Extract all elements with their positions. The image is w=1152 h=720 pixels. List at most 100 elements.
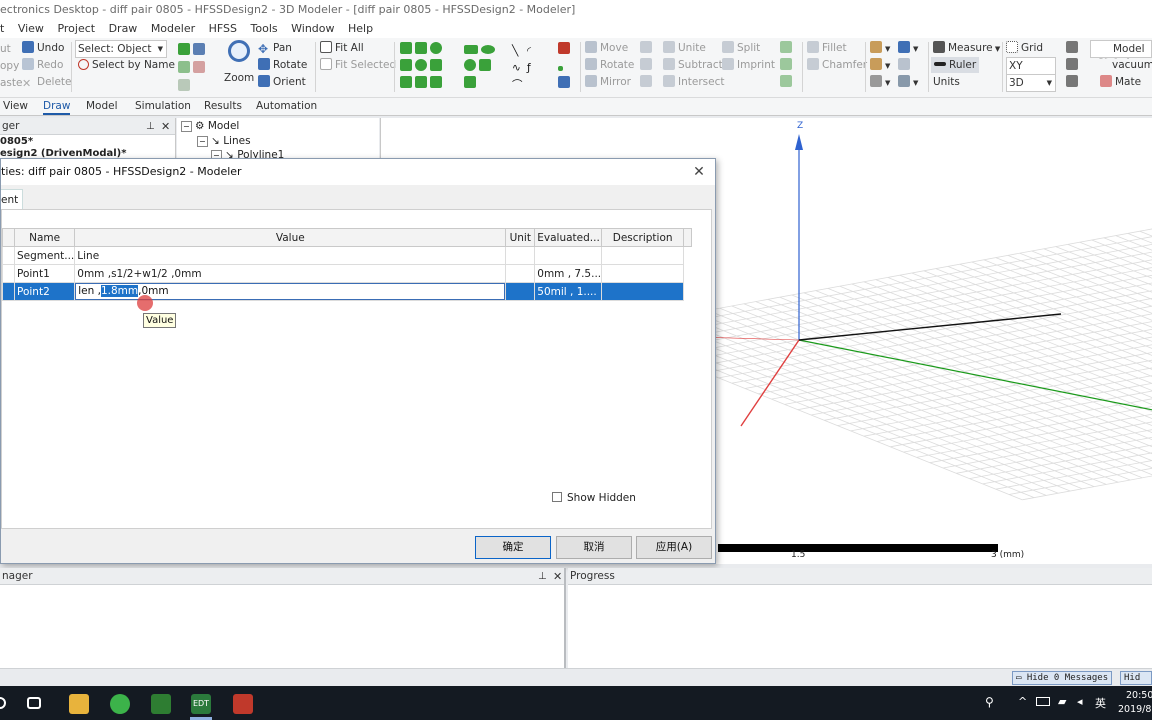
spline-icon[interactable]: ∿ [512,62,524,74]
material-button[interactable]: Mate [1090,74,1141,90]
fillet-button[interactable]: Fillet [807,40,847,56]
tab-view[interactable]: View [3,100,28,112]
polyhedron-icon[interactable] [400,76,412,88]
menu-item-help[interactable]: Help [348,22,373,35]
select-tool-icon-1[interactable] [178,42,208,58]
unite-button[interactable]: Unite [663,40,706,56]
cell-name[interactable]: Point1 [13,264,76,283]
mirror-button[interactable]: Mirror [585,74,631,90]
movement-mode-dropdown[interactable]: 3D ▼ [1006,74,1056,92]
ansys-edt-icon[interactable]: EDT [191,694,211,714]
menu-item-tools[interactable]: Tools [251,22,278,35]
cell-name[interactable]: Segment... [13,246,76,265]
tab-automation[interactable]: Automation [256,100,317,112]
tab-model[interactable]: Model [86,100,118,112]
chamfer-button[interactable]: Chamfer [807,57,867,73]
duplicate-around-button[interactable] [640,57,655,73]
column-header-evaluated[interactable]: Evaluated... [534,228,603,247]
cell-unit[interactable] [505,264,536,283]
cs-tool-3[interactable]: ▼ [898,74,918,91]
units-button[interactable]: Units [933,74,960,90]
tab-results[interactable]: Results [204,100,242,112]
plane-icon[interactable] [558,76,570,88]
close-icon[interactable]: ✕ [553,568,562,585]
dialog-close-icon[interactable]: ✕ [691,159,707,185]
imprint-button[interactable]: Imprint [722,57,775,73]
cut-button[interactable]: ut [0,41,11,57]
cell-value[interactable]: Line [74,246,507,265]
move-button[interactable]: Move [585,40,628,56]
fit-selected-button[interactable]: Fit Selected [320,57,396,73]
material-tool-1[interactable]: ▼ [870,40,890,57]
browser-icon[interactable] [110,694,130,714]
cs-tool-2[interactable] [898,57,913,73]
close-icon[interactable]: ✕ [161,118,170,135]
menu-item-edit[interactable]: t [0,22,4,35]
task-view-icon[interactable] [27,697,41,709]
hide-messages-button[interactable]: ▭ Hide 0 Messages [1012,671,1113,685]
input-method-indicator[interactable]: 英 [1095,695,1106,711]
torus-icon[interactable] [415,59,427,71]
table-row-selected[interactable]: Point2 len ,1.8mm,0mm 50mil , 1.... [2,282,692,301]
snap-tool-2[interactable] [1066,57,1081,73]
checkbox-box[interactable] [552,492,562,502]
drawing-plane-dropdown[interactable]: XY [1006,57,1056,75]
undo-button[interactable]: Undo [22,40,64,56]
clock-time[interactable]: 20:50 [1126,689,1152,702]
duplicate-mirror-button[interactable] [640,74,655,90]
material-tool-2[interactable]: ▼ [870,57,890,74]
subtract-button[interactable]: Subtract [663,57,723,73]
split-button[interactable]: Split [722,40,760,56]
copy-button[interactable]: opy [0,58,19,74]
column-header-unit[interactable]: Unit [505,228,536,247]
intersect-button[interactable]: Intersect [663,74,724,90]
cancel-button[interactable]: 取消 [556,536,632,559]
menu-item-project[interactable]: Project [57,22,95,35]
orient-button[interactable]: Orient [258,74,306,90]
people-icon[interactable]: ⚲ [985,695,994,709]
zoom-button[interactable]: Zoom [224,40,254,86]
sphere-icon[interactable] [430,42,442,54]
cell-description[interactable] [601,264,685,283]
regular-polygon-icon[interactable] [464,76,476,88]
show-hidden-checkbox[interactable]: Show Hidden [552,492,636,504]
rotate-view-button[interactable]: Rotate [258,57,307,73]
paste-button[interactable]: aste [0,75,22,91]
fit-all-button[interactable]: Fit All [320,40,364,56]
measure-button[interactable]: Measure ▼ [933,40,1000,57]
table-row[interactable]: Point1 0mm ,s1/2+w1/2 ,0mm 0mm , 7.5... [2,264,692,283]
duplicate-button[interactable] [640,40,655,56]
menu-item-modeler[interactable]: Modeler [151,22,195,35]
spiral-icon[interactable] [430,76,442,88]
3d-cube-icon[interactable] [558,42,570,54]
line-icon[interactable]: ╲ [512,45,524,57]
sweep-axis-button[interactable] [780,57,795,73]
redo-button[interactable]: Redo [22,57,63,73]
cone-icon[interactable] [415,42,427,54]
box-icon[interactable] [400,42,412,54]
snap-tool-3[interactable] [1066,74,1081,90]
equation-curve-icon[interactable]: ƒ [527,62,539,74]
project-tree-item[interactable]: 0805* [0,135,175,148]
material-dropdown[interactable]: vacuum [1090,57,1152,73]
hide-progress-button[interactable]: Hid [1120,671,1152,685]
battery-icon[interactable] [1036,697,1050,706]
tab-segment[interactable]: ent [1,189,23,211]
menu-item-window[interactable]: Window [291,22,334,35]
rectangle-icon[interactable] [464,45,478,54]
tray-chevron-up-icon[interactable]: ^ [1018,695,1027,708]
menu-item-view[interactable]: View [18,22,44,35]
column-header-value[interactable]: Value [74,228,507,247]
snap-tool-1[interactable] [1066,40,1081,56]
helix-icon[interactable] [430,59,442,71]
cell-unit[interactable] [505,246,536,265]
app-icon[interactable] [233,694,253,714]
pin-icon[interactable]: ⊥ [538,568,547,585]
cell-name[interactable]: Point2 [13,282,76,301]
cell-description[interactable] [601,282,685,301]
thicken-button[interactable] [780,74,795,90]
polygon-icon[interactable] [479,59,491,71]
column-header-description[interactable]: Description [601,228,685,247]
clock-date[interactable]: 2019/8 [1118,703,1151,716]
cell-unit[interactable] [505,282,536,301]
